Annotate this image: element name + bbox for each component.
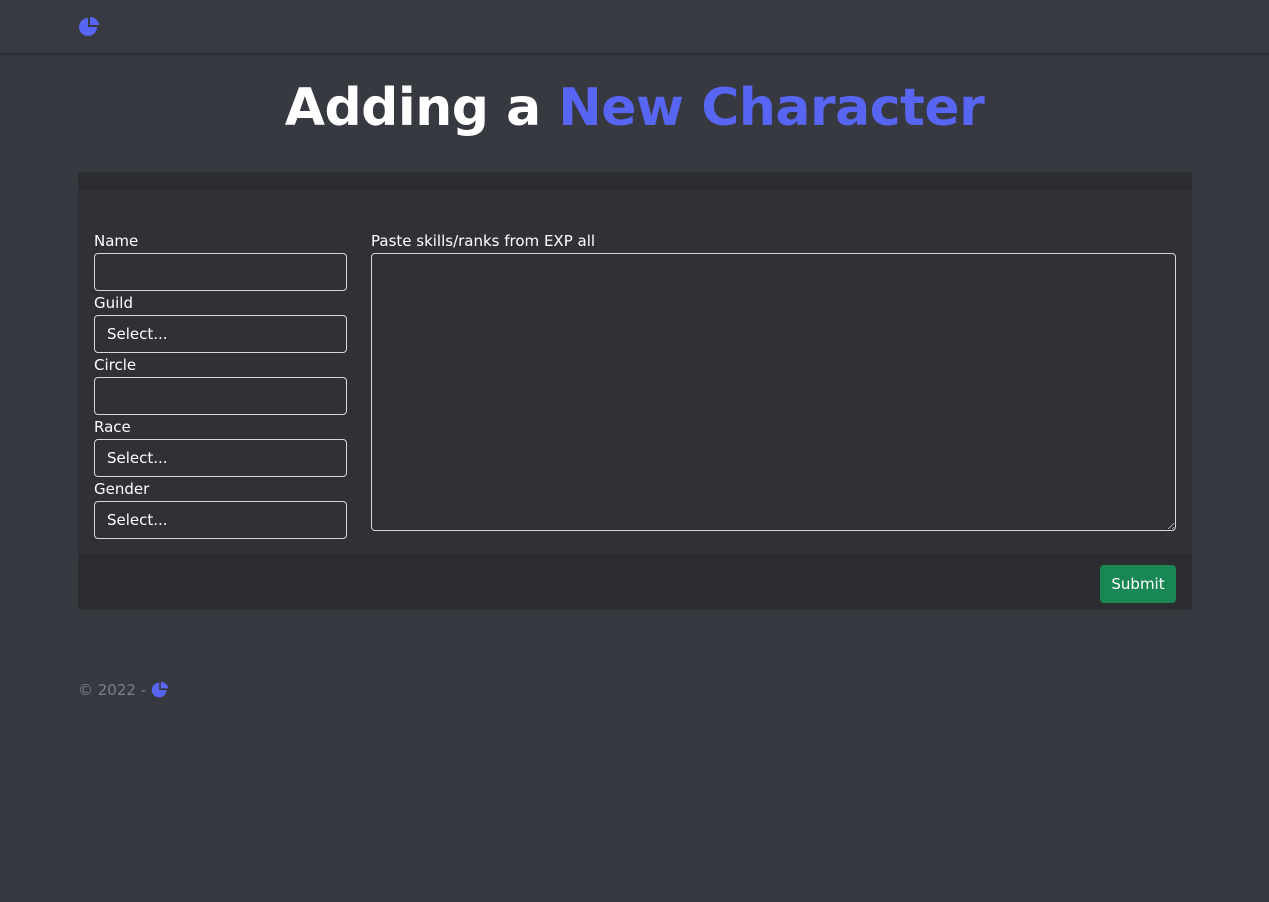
- page-title-accent: New Character: [558, 78, 985, 138]
- gender-select[interactable]: Select...: [94, 501, 347, 539]
- page-title: Adding a New Character: [0, 74, 1269, 142]
- submit-button[interactable]: Submit: [1100, 565, 1176, 603]
- race-select[interactable]: Select...: [94, 439, 347, 477]
- character-form-card: Name Guild Select... Circle Race Select.…: [78, 172, 1192, 610]
- skills-label: Paste skills/ranks from EXP all: [371, 232, 596, 250]
- page-title-lead: Adding a: [284, 78, 559, 138]
- page-footer: © 2022 -: [78, 680, 169, 700]
- race-select-value: Select...: [107, 449, 168, 467]
- race-label: Race: [94, 418, 131, 436]
- gender-label: Gender: [94, 480, 150, 498]
- gender-select-value: Select...: [107, 511, 168, 529]
- pie-chart-icon[interactable]: [151, 681, 169, 699]
- circle-label: Circle: [94, 356, 137, 374]
- name-label: Name: [94, 232, 139, 250]
- name-input[interactable]: [94, 253, 347, 291]
- pie-chart-icon[interactable]: [78, 16, 100, 38]
- navbar: [0, 0, 1269, 54]
- circle-input[interactable]: [94, 377, 347, 415]
- guild-select-value: Select...: [107, 325, 168, 343]
- copyright-text: © 2022 -: [78, 681, 147, 699]
- guild-label: Guild: [94, 294, 133, 312]
- card-footer: Submit: [78, 555, 1192, 610]
- skills-textarea[interactable]: [371, 253, 1176, 531]
- guild-select[interactable]: Select...: [94, 315, 347, 353]
- card-header: [78, 172, 1192, 189]
